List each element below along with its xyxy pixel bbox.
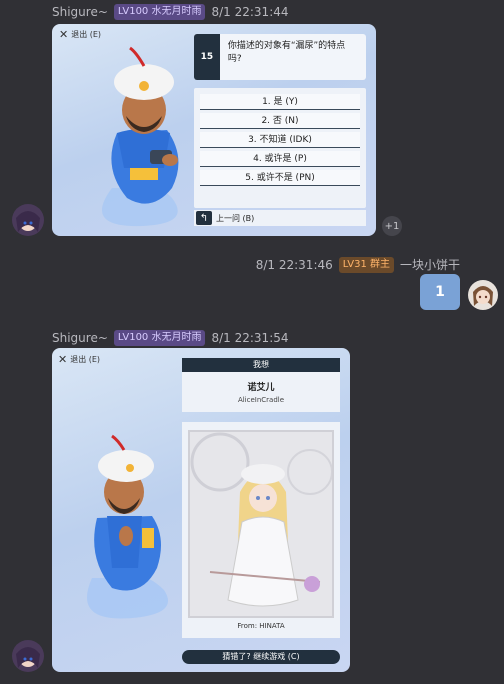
avatar[interactable]	[12, 204, 44, 236]
genie-illustration	[102, 46, 179, 227]
close-icon: ✕	[58, 352, 68, 366]
akinator-result-card[interactable]: ✕ 退出 (E) 我想 诺艾儿 AliceInCradle From: HINA…	[52, 348, 350, 672]
akinator-question-card[interactable]: ✕ 退出 (E) 15 你描述的对象有“漏尿”的特点吗? 1. 是 (Y) 2.…	[52, 24, 376, 236]
back-button[interactable]: ↰ 上一问 (B)	[194, 210, 366, 226]
question-number: 15	[194, 34, 220, 80]
owner-badge: LV31 群主	[338, 256, 394, 273]
message-header: Shigure~ LV100 水无月时雨 8/1 22:31:54	[52, 330, 289, 346]
reaction-count[interactable]: +1	[382, 216, 402, 236]
genie-illustration	[87, 434, 168, 619]
timestamp: 8/1 22:31:54	[211, 331, 289, 345]
timestamp: 8/1 22:31:44	[211, 5, 289, 19]
message-header-self: 8/1 22:31:46 LV31 群主 一块小饼干	[256, 256, 460, 273]
answer-idk[interactable]: 3. 不知道 (IDK)	[200, 132, 360, 148]
level-badge: LV100 水无月时雨	[113, 4, 206, 20]
character-name: 诺艾儿	[247, 383, 275, 393]
sender-name[interactable]: Shigure~	[52, 5, 108, 19]
answer-yes[interactable]: 1. 是 (Y)	[200, 94, 360, 110]
level-badge: LV100 水无月时雨	[113, 330, 206, 346]
question-text: 你描述的对象有“漏尿”的特点吗?	[227, 41, 346, 64]
message-bubble[interactable]: 1	[420, 274, 460, 310]
message-header: Shigure~ LV100 水无月时雨 8/1 22:31:44	[52, 4, 289, 20]
answer-probably[interactable]: 4. 或许是 (P)	[200, 151, 360, 167]
exit-button[interactable]: ✕ 退出 (E)	[58, 354, 100, 365]
image-credit: From: HINATA	[237, 622, 285, 630]
avatar[interactable]	[12, 640, 44, 672]
avatar-self[interactable]	[468, 280, 498, 310]
character-image-panel: From: HINATA	[182, 422, 340, 638]
sender-name[interactable]: Shigure~	[52, 331, 108, 345]
back-arrow-icon: ↰	[196, 211, 212, 225]
character-source: AliceInCradle	[237, 396, 285, 404]
timestamp: 8/1 22:31:46	[255, 257, 333, 272]
guess-panel: 我想 诺艾儿 AliceInCradle	[182, 358, 340, 412]
question-box: 15 你描述的对象有“漏尿”的特点吗?	[194, 34, 366, 80]
guess-title: 我想	[182, 358, 340, 372]
answer-no[interactable]: 2. 否 (N)	[200, 113, 360, 129]
close-icon: ✕	[59, 27, 69, 41]
answer-probably-not[interactable]: 5. 或许不是 (PN)	[200, 170, 360, 186]
character-image	[188, 430, 334, 618]
continue-game-button[interactable]: 猜错了? 继续游戏 (C)	[182, 650, 340, 664]
answer-list: 1. 是 (Y) 2. 否 (N) 3. 不知道 (IDK) 4. 或许是 (P…	[194, 88, 366, 208]
sender-name[interactable]: 一块小饼干	[400, 256, 460, 273]
